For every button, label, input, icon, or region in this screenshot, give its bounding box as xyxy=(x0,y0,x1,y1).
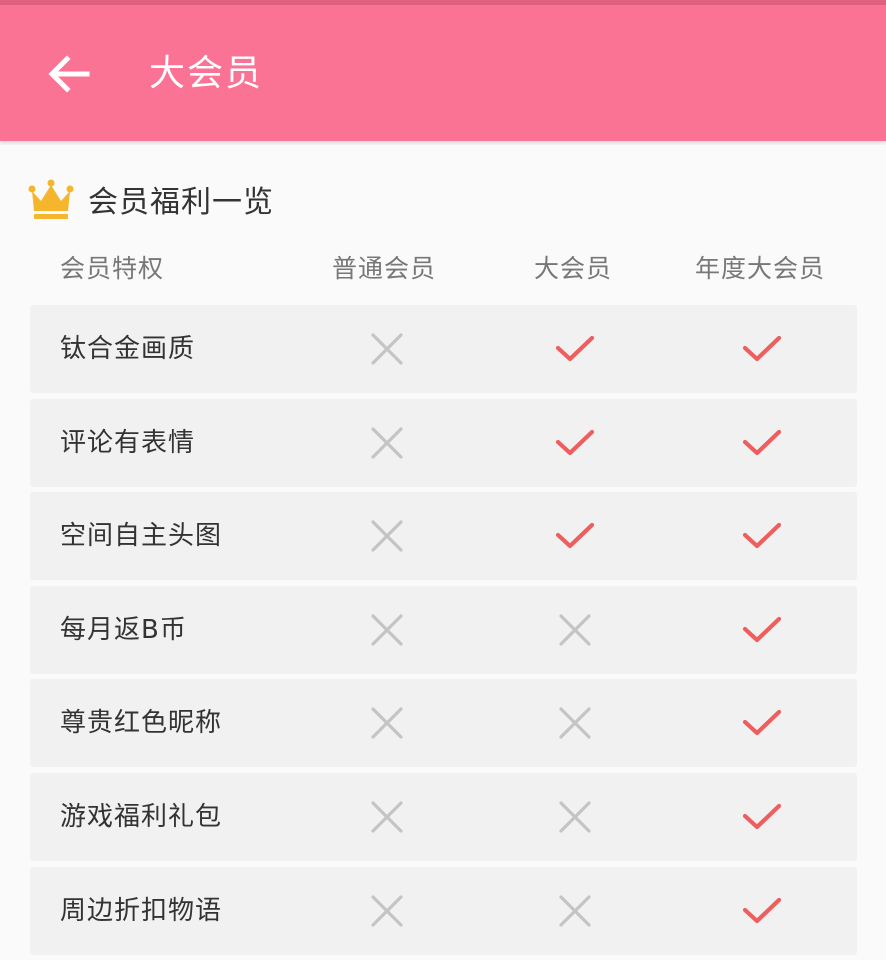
cross-icon xyxy=(555,610,595,650)
section-title: 会员福利一览 xyxy=(88,185,274,220)
cross-icon xyxy=(555,703,595,743)
cross-icon xyxy=(367,329,407,369)
benefit-label: 周边折扣物语 xyxy=(60,895,223,926)
crown-icon xyxy=(28,179,74,219)
check-icon xyxy=(555,329,595,369)
page-title: 大会员 xyxy=(149,53,264,94)
column-header-premium: 大会员 xyxy=(534,254,613,283)
column-header-regular: 普通会员 xyxy=(332,254,437,283)
check-icon xyxy=(742,703,782,743)
check-icon xyxy=(742,891,782,931)
cross-icon xyxy=(367,891,407,931)
check-icon xyxy=(555,423,595,463)
benefit-label: 每月返B币 xyxy=(60,614,187,645)
cross-icon xyxy=(367,703,407,743)
table-row: 评论有表情 xyxy=(30,398,857,487)
app-bar: 大会员 xyxy=(0,5,886,141)
cross-icon xyxy=(367,797,407,837)
check-icon xyxy=(742,610,782,650)
check-icon xyxy=(742,423,782,463)
benefits-panel: 会员福利一览 会员特权 普通会员 大会员 年度大会员 钛合金画质评论有表情空间自… xyxy=(0,145,886,960)
check-icon xyxy=(742,329,782,369)
benefit-label: 评论有表情 xyxy=(60,427,196,458)
check-icon xyxy=(555,516,595,556)
cross-icon xyxy=(555,891,595,931)
column-header-privilege: 会员特权 xyxy=(60,254,165,283)
table-row: 周边折扣物语 xyxy=(30,866,857,955)
table-header: 会员特权 普通会员 大会员 年度大会员 xyxy=(0,245,886,293)
table-row: 空间自主头图 xyxy=(30,492,857,581)
check-icon xyxy=(742,797,782,837)
cross-icon xyxy=(367,610,407,650)
table-row: 每月返B币 xyxy=(30,585,857,674)
benefit-label: 尊贵红色昵称 xyxy=(60,708,223,739)
cross-icon xyxy=(367,423,407,463)
table-row: 游戏福利礼包 xyxy=(30,772,857,861)
cross-icon xyxy=(555,797,595,837)
cross-icon xyxy=(367,516,407,556)
table-row: 钛合金画质 xyxy=(30,305,857,393)
benefits-table: 钛合金画质评论有表情空间自主头图 每月返B币尊贵红色昵称 游戏福利礼包 周边折扣物语 xyxy=(30,305,857,960)
benefit-label: 钛合金画质 xyxy=(60,334,196,364)
check-icon xyxy=(742,516,782,556)
arrow-left-icon xyxy=(48,55,90,93)
table-row: 尊贵红色昵称 xyxy=(30,679,857,768)
column-header-annual-premium: 年度大会员 xyxy=(695,254,826,283)
benefit-label: 空间自主头图 xyxy=(60,521,223,552)
section-header: 会员福利一览 xyxy=(28,175,274,223)
back-button[interactable] xyxy=(40,45,98,103)
benefit-label: 游戏福利礼包 xyxy=(60,801,223,832)
